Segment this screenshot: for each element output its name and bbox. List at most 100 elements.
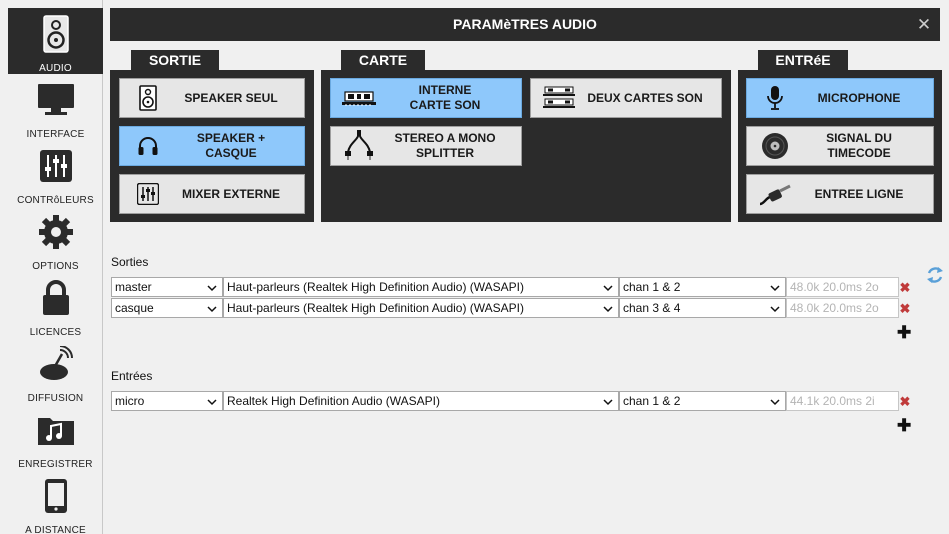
- entree-panel: MICROPHONE SIGNAL DU TIMECODE ENTREE LIG…: [738, 70, 942, 222]
- option-label: STEREO A MONO SPLITTER: [394, 131, 496, 160]
- output-name: master: [115, 280, 152, 294]
- section-tab-entree: ENTRéE: [758, 50, 848, 70]
- output-channels-select[interactable]: chan 3 & 4: [619, 298, 786, 318]
- output-device: Haut-parleurs (Realtek High Definition A…: [227, 280, 525, 294]
- broadcast-icon: [36, 344, 76, 384]
- carte-panel: INTERNE CARTE SON DEUX CARTES SON STEREO…: [321, 70, 731, 222]
- sidebar-item-audio[interactable]: AUDIO: [8, 8, 103, 74]
- sidebar-item-label: ENREGISTRER: [18, 459, 93, 470]
- input-info: 44.1k 20.0ms 2i: [786, 391, 899, 411]
- close-icon[interactable]: ✕: [914, 8, 934, 41]
- chevron-down-icon: [603, 280, 613, 296]
- option-entree-ligne[interactable]: ENTREE LIGNE: [746, 174, 934, 214]
- input-device: Realtek High Definition Audio (WASAPI): [227, 394, 440, 408]
- output-channels: chan 1 & 2: [623, 280, 681, 294]
- inputs-label: Entrées: [111, 369, 153, 383]
- input-row: micro Realtek High Definition Audio (WAS…: [111, 391, 899, 411]
- soundcard-icon: [339, 79, 379, 117]
- phone-icon: [36, 476, 76, 516]
- option-label: ENTREE LIGNE: [814, 186, 904, 201]
- output-name-select[interactable]: casque: [111, 298, 223, 318]
- option-label: SPEAKER + CASQUE: [196, 131, 266, 160]
- option-speaker-seul[interactable]: SPEAKER SEUL: [119, 78, 305, 118]
- sidebar-item-label: OPTIONS: [32, 261, 79, 272]
- sidebar-item-licences[interactable]: LICENCES: [8, 272, 103, 338]
- output-device-select[interactable]: Haut-parleurs (Realtek High Definition A…: [223, 298, 619, 318]
- microphone-icon: [755, 79, 795, 117]
- option-microphone[interactable]: MICROPHONE: [746, 78, 934, 118]
- sidebar-item-label: AUDIO: [39, 63, 72, 74]
- option-label: MICROPHONE: [817, 90, 901, 105]
- sortie-panel: SPEAKER SEUL SPEAKER + CASQUE MIXER EXTE…: [110, 70, 314, 222]
- speaker-icon: [128, 79, 168, 117]
- output-name-select[interactable]: master: [111, 277, 223, 297]
- option-mixer-externe[interactable]: MIXER EXTERNE: [119, 174, 305, 214]
- sidebar-item-controleurs[interactable]: CONTRôLEURS: [8, 140, 103, 206]
- output-device-select[interactable]: Haut-parleurs (Realtek High Definition A…: [223, 277, 619, 297]
- chevron-down-icon: [603, 394, 613, 410]
- section-tab-sortie: SORTIE: [131, 50, 219, 70]
- option-signal-timecode[interactable]: SIGNAL DU TIMECODE: [746, 126, 934, 166]
- mixer-icon: [128, 175, 168, 213]
- monitor-icon: [36, 80, 76, 120]
- sidebar-item-enregistrer[interactable]: ENREGISTRER: [8, 404, 103, 470]
- chevron-down-icon: [770, 280, 780, 296]
- sidebar-item-label: INTERFACE: [26, 129, 85, 140]
- outputs-label: Sorties: [111, 255, 149, 269]
- vinyl-icon: [755, 127, 795, 165]
- input-device-select[interactable]: Realtek High Definition Audio (WASAPI): [223, 391, 619, 411]
- input-channels: chan 1 & 2: [623, 394, 681, 408]
- output-channels-select[interactable]: chan 1 & 2: [619, 277, 786, 297]
- sidebar: AUDIO INTERFACE CONTRôLEURS OPTIONS LICE…: [0, 0, 103, 534]
- speaker-icon: [36, 14, 76, 54]
- jack-icon: [755, 175, 795, 213]
- output-name: casque: [115, 301, 154, 315]
- section-tab-carte: CARTE: [341, 50, 425, 70]
- option-interne-carte-son[interactable]: INTERNE CARTE SON: [330, 78, 522, 118]
- lock-icon: [36, 278, 76, 318]
- output-info: 48.0k 20.0ms 2o: [786, 298, 899, 318]
- sidebar-item-a-distance[interactable]: A DISTANCE: [8, 470, 103, 534]
- window-title: PARAMèTRES AUDIO: [453, 16, 597, 32]
- headphones-icon: [128, 127, 168, 165]
- sidebar-item-options[interactable]: OPTIONS: [8, 206, 103, 272]
- input-channels-select[interactable]: chan 1 & 2: [619, 391, 786, 411]
- option-deux-cartes-son[interactable]: DEUX CARTES SON: [530, 78, 722, 118]
- chevron-down-icon: [770, 301, 780, 317]
- output-row: master Haut-parleurs (Realtek High Defin…: [111, 277, 899, 297]
- delete-output-button[interactable]: ✖: [899, 280, 911, 296]
- add-input-button[interactable]: ✚: [897, 416, 911, 436]
- option-speaker-casque[interactable]: SPEAKER + CASQUE: [119, 126, 305, 166]
- option-stereo-mono-splitter[interactable]: STEREO A MONO SPLITTER: [330, 126, 522, 166]
- music-folder-icon: [36, 410, 76, 450]
- output-info: 48.0k 20.0ms 2o: [786, 277, 899, 297]
- output-device: Haut-parleurs (Realtek High Definition A…: [227, 301, 525, 315]
- add-output-button[interactable]: ✚: [897, 323, 911, 343]
- input-name-select[interactable]: micro: [111, 391, 223, 411]
- refresh-icon[interactable]: [925, 264, 945, 286]
- chevron-down-icon: [207, 280, 217, 296]
- option-label: DEUX CARTES SON: [587, 90, 703, 105]
- output-channels: chan 3 & 4: [623, 301, 681, 315]
- audio-settings-panel: PARAMèTRES AUDIO ✕ SORTIE SPEAKER SEUL S…: [110, 0, 949, 534]
- window-titlebar: PARAMèTRES AUDIO ✕: [110, 8, 940, 41]
- option-label: INTERNE CARTE SON: [409, 83, 481, 112]
- sliders-icon: [36, 146, 76, 186]
- gear-icon: [36, 212, 76, 252]
- sidebar-item-diffusion[interactable]: DIFFUSION: [8, 338, 103, 404]
- sidebar-item-label: CONTRôLEURS: [17, 195, 94, 206]
- chevron-down-icon: [207, 394, 217, 410]
- output-row: casque Haut-parleurs (Realtek High Defin…: [111, 298, 899, 318]
- option-label: MIXER EXTERNE: [181, 186, 280, 201]
- sidebar-item-label: DIFFUSION: [27, 393, 84, 404]
- delete-input-button[interactable]: ✖: [899, 394, 911, 410]
- input-name: micro: [115, 394, 145, 408]
- chevron-down-icon: [603, 301, 613, 317]
- sidebar-item-label: A DISTANCE: [25, 525, 86, 534]
- delete-output-button[interactable]: ✖: [899, 301, 911, 317]
- chevron-down-icon: [770, 394, 780, 410]
- splitter-cable-icon: [339, 127, 379, 165]
- sidebar-item-interface[interactable]: INTERFACE: [8, 74, 103, 140]
- option-label: SIGNAL DU TIMECODE: [826, 131, 892, 160]
- sidebar-item-label: LICENCES: [29, 327, 82, 338]
